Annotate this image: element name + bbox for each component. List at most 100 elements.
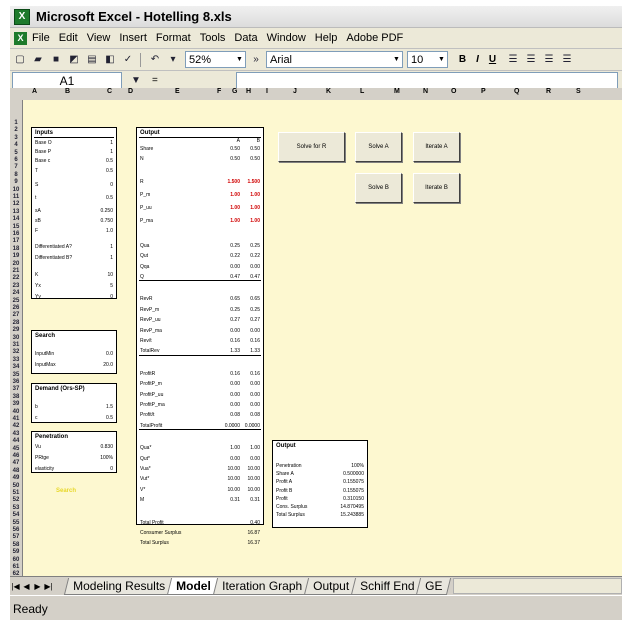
undo-dropdown-icon[interactable]: ▾ — [165, 52, 181, 67]
iterate-a-button[interactable]: Iterate A — [413, 132, 460, 162]
menu-data[interactable]: Data — [234, 32, 257, 44]
column-header-s[interactable]: S — [576, 88, 581, 95]
row-header[interactable]: 27 — [10, 312, 22, 318]
row-header[interactable]: 13 — [10, 209, 22, 215]
column-header-o[interactable]: O — [451, 88, 456, 95]
row-header[interactable]: 40 — [10, 409, 22, 415]
row-header[interactable]: 26 — [10, 305, 22, 311]
row-header[interactable]: 51 — [10, 490, 22, 496]
row-header[interactable]: 52 — [10, 497, 22, 503]
row-header[interactable]: 3 — [10, 135, 22, 141]
zoom-select[interactable]: 52% ▼ — [185, 51, 246, 68]
row-header[interactable]: 53 — [10, 505, 22, 511]
tab-modeling-results[interactable]: Modeling Results — [63, 577, 175, 595]
row-header[interactable]: 48 — [10, 468, 22, 474]
column-header-n[interactable]: N — [423, 88, 428, 95]
row-header[interactable]: 37 — [10, 386, 22, 392]
row-header[interactable]: 36 — [10, 379, 22, 385]
italic-button[interactable]: I — [471, 53, 484, 67]
column-header-j[interactable]: J — [293, 88, 297, 95]
row-header[interactable]: 43 — [10, 431, 22, 437]
row-header[interactable]: 6 — [10, 157, 22, 163]
row-header[interactable]: 61 — [10, 564, 22, 570]
toolbar-options-icon[interactable]: » — [248, 52, 264, 67]
column-header-f[interactable]: F — [217, 88, 221, 95]
tab-iteration-graph[interactable]: Iteration Graph — [212, 577, 311, 595]
row-header[interactable]: 7 — [10, 164, 22, 170]
column-header-a[interactable]: A — [32, 88, 37, 95]
row-header[interactable]: 24 — [10, 290, 22, 296]
align-center-icon[interactable]: ☰ — [523, 52, 539, 67]
row-header[interactable]: 34 — [10, 364, 22, 370]
print-preview-icon[interactable]: ◧ — [102, 52, 118, 67]
row-header[interactable]: 58 — [10, 542, 22, 548]
menu-format[interactable]: Format — [156, 32, 191, 44]
row-header[interactable]: 8 — [10, 172, 22, 178]
row-header[interactable]: 35 — [10, 372, 22, 378]
iterate-b-button[interactable]: Iterate B — [413, 173, 460, 203]
column-header-i[interactable]: I — [266, 88, 268, 95]
row-header[interactable]: 19 — [10, 253, 22, 259]
row-header[interactable]: 42 — [10, 423, 22, 429]
row-header[interactable]: 16 — [10, 231, 22, 237]
worksheet-grid[interactable]: Inputs Base O 1 Base P 1 Base c 0.5 T 0.5 S 0 t 0.5 s… — [23, 100, 622, 576]
row-header[interactable]: 22 — [10, 275, 22, 281]
column-header-h[interactable]: H — [246, 88, 251, 95]
row-header[interactable]: 17 — [10, 238, 22, 244]
first-sheet-icon[interactable]: |◀ — [10, 582, 21, 591]
column-header-c[interactable]: C — [107, 88, 112, 95]
row-header[interactable]: 46 — [10, 453, 22, 459]
column-header-p[interactable]: P — [481, 88, 486, 95]
row-header[interactable]: 23 — [10, 283, 22, 289]
new-file-icon[interactable]: ▢ — [12, 52, 28, 67]
formula-input[interactable] — [236, 72, 618, 89]
prev-sheet-icon[interactable]: ◀ — [21, 582, 32, 591]
menu-adobe-pdf[interactable]: Adobe PDF — [346, 32, 403, 44]
font-size-select[interactable]: 10 ▼ — [407, 51, 448, 68]
row-header[interactable]: 59 — [10, 549, 22, 555]
row-header[interactable]: 41 — [10, 416, 22, 422]
row-header[interactable]: 45 — [10, 446, 22, 452]
font-select[interactable]: Arial ▼ — [266, 51, 403, 68]
row-header[interactable]: 11 — [10, 194, 22, 200]
row-header[interactable]: 14 — [10, 216, 22, 222]
tab-ge[interactable]: GE — [416, 577, 452, 595]
row-header[interactable]: 28 — [10, 320, 22, 326]
row-header[interactable]: 30 — [10, 335, 22, 341]
bold-button[interactable]: B — [456, 53, 469, 67]
row-header[interactable]: 54 — [10, 512, 22, 518]
row-header[interactable]: 9 — [10, 179, 22, 185]
menu-window[interactable]: Window — [267, 32, 306, 44]
column-header-b[interactable]: B — [65, 88, 70, 95]
align-right-icon[interactable]: ☰ — [541, 52, 557, 67]
row-header[interactable]: 10 — [10, 187, 22, 193]
row-header[interactable]: 47 — [10, 460, 22, 466]
row-header[interactable]: 12 — [10, 201, 22, 207]
solve-b-button[interactable]: Solve B — [355, 173, 402, 203]
row-header[interactable]: 1 — [10, 120, 22, 126]
menu-edit[interactable]: Edit — [59, 32, 78, 44]
horizontal-scrollbar[interactable] — [452, 578, 622, 594]
menu-help[interactable]: Help — [315, 32, 338, 44]
row-header[interactable]: 20 — [10, 261, 22, 267]
row-header[interactable]: 29 — [10, 327, 22, 333]
underline-button[interactable]: U — [486, 53, 499, 67]
column-header-m[interactable]: M — [394, 88, 400, 95]
column-header-g[interactable]: G — [232, 88, 237, 95]
row-header[interactable]: 32 — [10, 349, 22, 355]
row-header[interactable]: 50 — [10, 483, 22, 489]
column-header-r[interactable]: R — [546, 88, 551, 95]
last-sheet-icon[interactable]: ▶| — [43, 582, 54, 591]
name-box[interactable]: A1 — [12, 72, 122, 89]
row-header[interactable]: 38 — [10, 394, 22, 400]
row-header[interactable]: 4 — [10, 142, 22, 148]
menu-file[interactable]: File — [32, 32, 50, 44]
menu-tools[interactable]: Tools — [200, 32, 226, 44]
row-header[interactable]: 49 — [10, 475, 22, 481]
next-sheet-icon[interactable]: ▶ — [32, 582, 43, 591]
solve-for-r-button[interactable]: Solve for R — [278, 132, 345, 162]
column-header-k[interactable]: K — [326, 88, 331, 95]
row-header[interactable]: 57 — [10, 534, 22, 540]
column-header-q[interactable]: Q — [514, 88, 519, 95]
spelling-icon[interactable]: ✓ — [120, 52, 136, 67]
